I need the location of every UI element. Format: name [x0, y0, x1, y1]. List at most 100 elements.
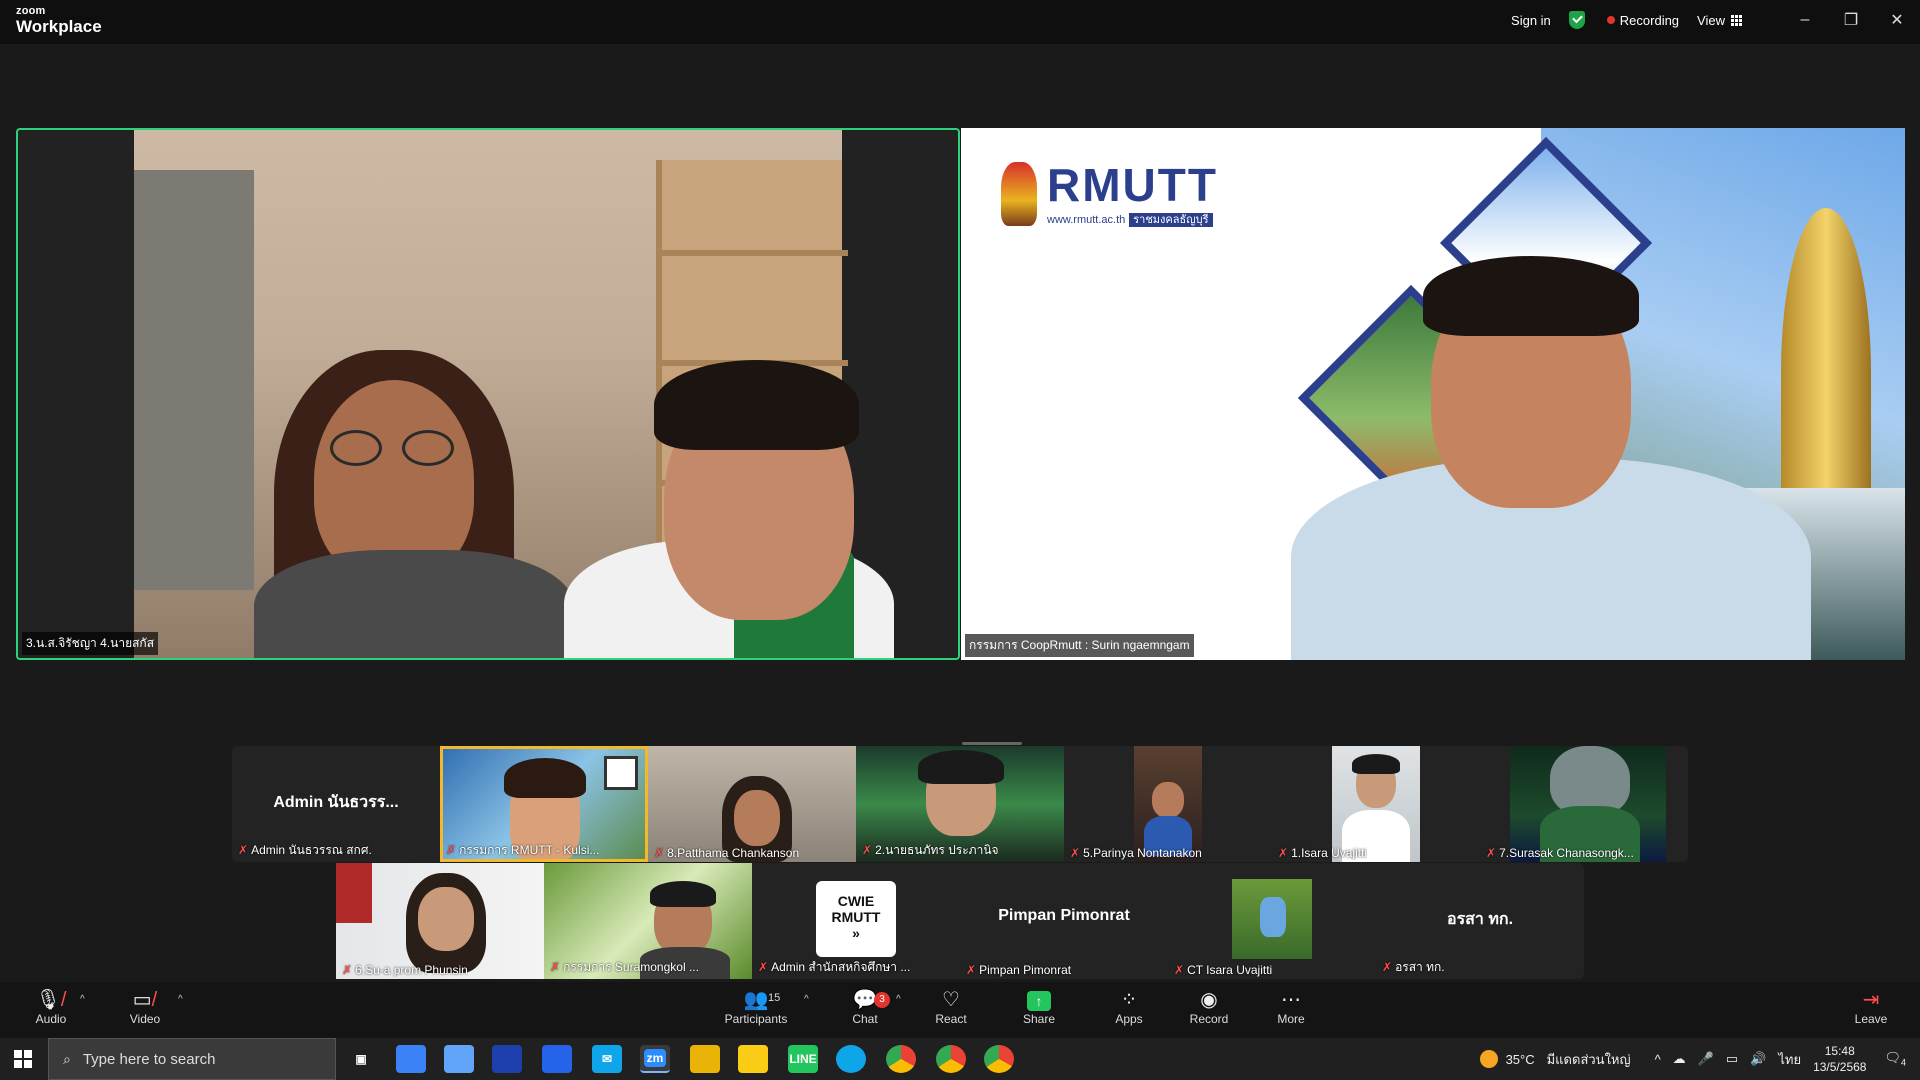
volume-icon[interactable]: 🔊	[1750, 1051, 1766, 1067]
store-icon[interactable]	[542, 1045, 572, 1073]
onedrive-icon[interactable]: ☁	[1673, 1051, 1686, 1067]
video-button[interactable]: ▭/ Video	[110, 988, 180, 1026]
gallery-tile[interactable]: อรสา ทก. ✗ อรสา ทก.	[1376, 863, 1584, 979]
gallery-row-2: ✗ 6.Su-a prom Phunsin ✗ กรรมการ Suramongko…	[336, 863, 1584, 979]
university-emblem-icon	[1001, 162, 1037, 226]
muted-mic-icon: ✗	[966, 963, 977, 977]
gallery-tile[interactable]: ✗ 8.Patthama Chankanson	[648, 746, 856, 862]
audio-options-caret-icon[interactable]: ^	[80, 994, 85, 1005]
muted-mic-icon: ✗	[1070, 846, 1081, 860]
security-shield-icon[interactable]	[1568, 11, 1585, 29]
gallery-tile[interactable]: ✗ กรรมการ RMUTT - Kulsi...	[440, 746, 648, 862]
view-button[interactable]: View	[1697, 13, 1742, 28]
clock[interactable]: 15:48 13/5/2568	[1813, 1043, 1866, 1075]
search-icon: ⌕	[63, 1050, 71, 1067]
participant-big-name: Admin นันธวรร...	[273, 794, 399, 811]
chat-caret-icon[interactable]: ^	[896, 994, 901, 1005]
chrome-icon[interactable]	[886, 1045, 916, 1073]
input-language[interactable]: ไทย	[1778, 1049, 1801, 1070]
sticky-notes-icon[interactable]	[738, 1045, 768, 1073]
file-explorer-icon[interactable]	[690, 1045, 720, 1073]
more-button[interactable]: ⋯ More	[1256, 988, 1326, 1026]
gallery-scroll-indicator[interactable]	[962, 742, 1022, 745]
chat-button[interactable]: 💬 3 Chat	[830, 988, 900, 1026]
video-feed	[134, 130, 894, 658]
gallery-tile[interactable]: ✗ กรรมการ Suramongkol ...	[544, 863, 752, 979]
video-off-icon: ▭/	[132, 989, 158, 1011]
chrome-profile-icon[interactable]	[936, 1045, 966, 1073]
gallery-row-1: Admin นันธวรร... ✗ Admin นันธวรรณ สกศ. ✗ ก…	[232, 746, 1688, 862]
line-app-icon[interactable]: LINE	[788, 1045, 818, 1073]
clock-time: 15:48	[1824, 1044, 1855, 1058]
participant-name: อรสา ทก.	[1395, 960, 1445, 974]
edge-browser-icon[interactable]	[836, 1045, 866, 1073]
video-options-caret-icon[interactable]: ^	[178, 994, 183, 1005]
restore-button[interactable]: ❐	[1828, 0, 1874, 40]
chrome-profile-icon-2[interactable]	[984, 1045, 1014, 1073]
participants-caret-icon[interactable]: ^	[804, 994, 809, 1005]
share-button[interactable]: ↑ Share	[1004, 988, 1074, 1026]
taskbar-search-input[interactable]: ⌕ Type here to search	[48, 1038, 336, 1080]
video-tile-speaker[interactable]: RMUTT www.rmutt.ac.th ราชมงคลธัญบุรี กรรม…	[961, 128, 1905, 660]
gallery-tile[interactable]: ✗ 1.Isara Uvajitti	[1272, 746, 1480, 862]
network-icon[interactable]: ▭	[1726, 1051, 1738, 1067]
microphone-tray-icon[interactable]: 🎤	[1698, 1051, 1714, 1067]
task-view-icon[interactable]: ▣	[346, 1045, 376, 1073]
calculator-icon[interactable]	[492, 1045, 522, 1073]
react-button[interactable]: ♡ React	[916, 988, 986, 1026]
heart-icon: ♡	[942, 989, 960, 1011]
share-arrow-icon: ↑	[1027, 991, 1051, 1011]
gallery-tile[interactable]: Admin นันธวรร... ✗ Admin นันธวรรณ สกศ.	[232, 746, 440, 862]
temperature[interactable]: 35°C	[1506, 1052, 1535, 1067]
leave-button[interactable]: ⇥ Leave	[1836, 988, 1906, 1026]
participant-name: กรรมการ RMUTT - Kulsi...	[459, 843, 600, 857]
gallery-tile[interactable]: ✗ 5.Parinya Nontanakon	[1064, 746, 1272, 862]
participant-name: 2.นายธนภัทร ประภานิจ	[875, 843, 999, 857]
recording-indicator[interactable]: Recording	[1606, 13, 1679, 28]
record-button[interactable]: ◉ Record	[1174, 988, 1244, 1026]
gallery-tile[interactable]: Pimpan Pimonrat ✗ Pimpan Pimonrat	[960, 863, 1168, 979]
muted-mic-icon: ✗	[1382, 960, 1393, 974]
meeting-toolbar: 🎙/ Audio ^ ▭/ Video ^ 👥 15 Participants …	[0, 982, 1920, 1038]
muted-mic-icon: ✗	[862, 843, 873, 857]
gallery-tile[interactable]: ✗ CT Isara Uvajitti	[1168, 863, 1376, 979]
double-chevron-icon: »	[852, 925, 860, 941]
zoom-window: zoom Workplace Sign in Recording View – …	[0, 0, 1920, 1080]
tray-overflow-chevron-icon[interactable]: ^	[1655, 1052, 1661, 1067]
clock-date: 13/5/2568	[1813, 1060, 1867, 1074]
muted-microphone-icon: 🎙/	[35, 989, 67, 1011]
minimize-button[interactable]: –	[1782, 0, 1828, 40]
weather-sun-icon[interactable]	[1479, 1050, 1498, 1068]
apps-button[interactable]: ⁘ Apps	[1094, 988, 1164, 1026]
cwie-rmutt-logo: CWIE RMUTT »	[816, 881, 896, 957]
gallery-tile[interactable]: ✗ 6.Su-a prom Phunsin	[336, 863, 544, 979]
muted-mic-icon: ✗	[654, 846, 665, 860]
brand-small: zoom	[16, 5, 46, 17]
windows-start-icon[interactable]	[14, 1050, 32, 1068]
participant-name: 5.Parinya Nontanakon	[1083, 846, 1202, 860]
participant-name-tag: 3.น.ส.จิรัชญา 4.นายสกัส	[22, 632, 159, 655]
zoom-taskbar-icon[interactable]: zm	[640, 1045, 670, 1073]
video-tile-active-speaker[interactable]: 3.น.ส.จิรัชญา 4.นายสกัส	[16, 128, 960, 660]
qr-code-icon	[604, 756, 638, 790]
apps-icon: ⁘	[1120, 989, 1138, 1011]
close-button[interactable]: ✕	[1874, 0, 1920, 40]
participant-name: 7.Surasak Chanasongk...	[1499, 846, 1634, 860]
gallery-tile[interactable]: ✗ 2.นายธนภัทร ประภานิจ	[856, 746, 1064, 862]
gallery-tile[interactable]: CWIE RMUTT » ✗ Admin สำนักสหกิจศึกษา ...	[752, 863, 960, 979]
notification-center-icon[interactable]: 🗨4	[1884, 1050, 1906, 1068]
sign-in-button[interactable]: Sign in	[1511, 13, 1551, 28]
app-icon-2[interactable]	[444, 1045, 474, 1073]
participant-name: 1.Isara Uvajitti	[1291, 846, 1368, 860]
weather-text[interactable]: มีแดดส่วนใหญ่	[1547, 1049, 1631, 1070]
participant-name: Pimpan Pimonrat	[979, 963, 1072, 977]
notification-count: 4	[1900, 1057, 1906, 1068]
muted-mic-icon: ✗	[1486, 846, 1497, 860]
participants-button[interactable]: 👥 15 Participants	[720, 988, 792, 1026]
app-icon-1[interactable]	[396, 1045, 426, 1073]
audio-button[interactable]: 🎙/ Audio	[16, 988, 86, 1026]
mail-icon[interactable]: ✉	[592, 1045, 622, 1073]
gallery-tile[interactable]: ✗ 7.Surasak Chanasongk...	[1480, 746, 1688, 862]
participants-count: 15	[768, 992, 781, 1004]
participants-icon: 👥	[743, 989, 769, 1011]
